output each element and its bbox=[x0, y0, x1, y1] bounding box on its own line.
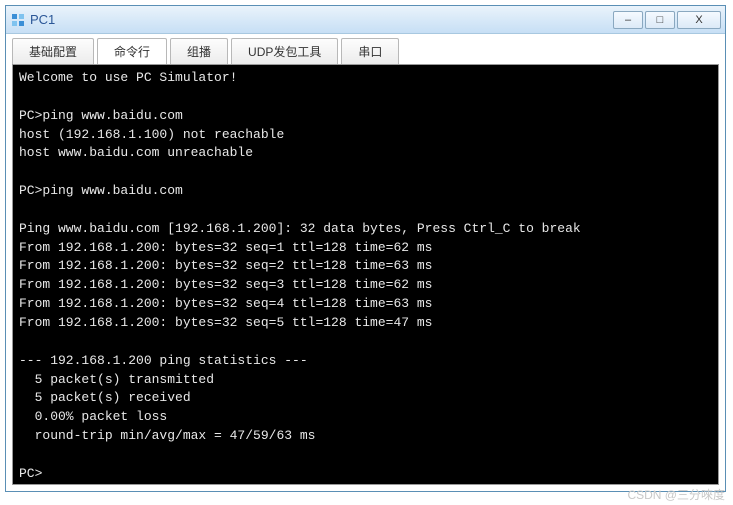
app-icon bbox=[10, 12, 26, 28]
terminal-output[interactable]: Welcome to use PC Simulator! PC>ping www… bbox=[12, 64, 719, 485]
tab-udp-tool[interactable]: UDP发包工具 bbox=[231, 38, 338, 64]
tab-label: 串口 bbox=[358, 43, 382, 60]
close-button[interactable]: X bbox=[677, 11, 721, 29]
window-controls: – □ X bbox=[613, 11, 721, 29]
tab-label: UDP发包工具 bbox=[248, 43, 321, 60]
tab-command-line[interactable]: 命令行 bbox=[97, 38, 167, 64]
tab-multicast[interactable]: 组播 bbox=[170, 38, 228, 64]
tab-serial[interactable]: 串口 bbox=[341, 38, 399, 64]
minimize-button[interactable]: – bbox=[613, 11, 643, 29]
close-icon: X bbox=[695, 14, 702, 26]
window-title: PC1 bbox=[30, 12, 613, 27]
tab-label: 组播 bbox=[187, 43, 211, 60]
tab-basic-config[interactable]: 基础配置 bbox=[12, 38, 94, 64]
tab-label: 命令行 bbox=[114, 43, 150, 60]
minimize-icon: – bbox=[625, 14, 631, 26]
tabs: 基础配置 命令行 组播 UDP发包工具 串口 bbox=[6, 34, 725, 64]
maximize-icon: □ bbox=[657, 14, 664, 26]
window: PC1 – □ X 基础配置 命令行 组播 UDP发包工具 串口 Welcome… bbox=[5, 5, 726, 492]
tab-label: 基础配置 bbox=[29, 43, 77, 60]
watermark: CSDN @三分唻度 bbox=[627, 486, 725, 503]
titlebar: PC1 – □ X bbox=[6, 6, 725, 34]
maximize-button[interactable]: □ bbox=[645, 11, 675, 29]
